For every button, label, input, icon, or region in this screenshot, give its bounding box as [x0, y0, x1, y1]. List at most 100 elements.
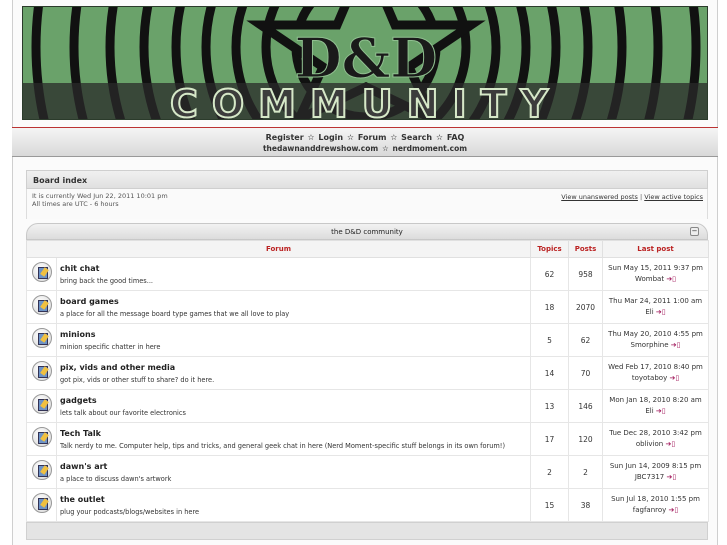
active-topics-link[interactable]: View active topics — [644, 193, 703, 201]
forum-title-link[interactable]: minions — [57, 330, 530, 339]
goto-last-post-icon[interactable]: ➔▯ — [656, 308, 666, 316]
forum-topics-count: 14 — [530, 356, 570, 390]
goto-last-post-icon[interactable]: ➔▯ — [667, 473, 677, 481]
goto-last-post-icon[interactable]: ➔▯ — [669, 506, 679, 514]
last-post-author-link[interactable]: Wombat — [635, 275, 664, 283]
forum-info-cell: dawn's art a place to discuss dawn's artw… — [55, 455, 532, 489]
last-post-date: Wed Feb 17, 2010 8:40 pm — [608, 363, 703, 371]
star-separator-icon: ✫ — [347, 133, 354, 142]
last-post-author-link[interactable]: fagfanroy — [633, 506, 667, 514]
forum-topics-count: 18 — [530, 290, 570, 324]
forum-read-icon — [31, 361, 52, 381]
forum-posts-count: 70 — [568, 356, 604, 390]
column-last-post: Last post — [602, 240, 710, 258]
forum-posts-count: 2070 — [568, 290, 604, 324]
star-separator-icon: ✫ — [436, 133, 443, 142]
nav-register-link[interactable]: Register — [266, 132, 304, 143]
forum-title-link[interactable]: gadgets — [57, 396, 530, 405]
forum-read-icon — [31, 394, 52, 414]
forum-row: the outlet plug your podcasts/blogs/websi… — [26, 488, 710, 522]
forum-row: board games a place for all the message b… — [26, 290, 710, 324]
forum-status-cell — [26, 488, 57, 522]
forum-read-icon — [31, 295, 52, 315]
forum-title-link[interactable]: the outlet — [57, 495, 530, 504]
last-post-date: Mon Jan 18, 2010 8:20 am — [609, 396, 702, 404]
nav-search-link[interactable]: Search — [401, 132, 432, 143]
goto-last-post-icon[interactable]: ➔▯ — [669, 374, 679, 382]
board-info-bar: It is currently Wed Jun 22, 2011 10:01 p… — [26, 189, 708, 219]
last-post-date: Sun Jun 14, 2009 8:15 pm — [609, 462, 702, 470]
collapse-icon[interactable]: − — [690, 227, 699, 236]
dawnanddrewshow-link[interactable]: thedawnanddrewshow.com — [263, 143, 378, 154]
forum-status-cell — [26, 257, 57, 291]
last-post-author-link[interactable]: Eli — [645, 308, 653, 316]
forum-status-cell — [26, 455, 57, 489]
nav-forum-link[interactable]: Forum — [358, 132, 387, 143]
goto-last-post-icon[interactable]: ➔▯ — [656, 407, 666, 415]
breadcrumb[interactable]: Board index — [26, 170, 708, 189]
forum-info-cell: pix, vids and other media got pix, vids o… — [55, 356, 532, 390]
last-post-author-link[interactable]: oblivion — [636, 440, 663, 448]
nav-faq-link[interactable]: FAQ — [447, 132, 465, 143]
last-post-author-link[interactable]: toyotaboy — [632, 374, 667, 382]
forum-info-cell: Tech Talk Talk nerdy to me. Computer help… — [55, 422, 532, 456]
forum-status-cell — [26, 290, 57, 324]
forum-description: minion specific chatter in here — [60, 342, 161, 351]
forum-title-link[interactable]: chit chat — [57, 264, 530, 273]
category-header: the D&D community − — [26, 223, 708, 240]
forum-row: chit chat bring back the good times... 62 9… — [26, 257, 710, 291]
goto-last-post-icon[interactable]: ➔▯ — [666, 275, 676, 283]
last-post-author-link[interactable]: JBC7317 — [635, 473, 664, 481]
forum-row: minions minion specific chatter in here 5 6… — [26, 323, 710, 357]
forum-topics-count: 5 — [530, 323, 570, 357]
forum-info-cell: gadgets lets talk about our favorite elec… — [55, 389, 532, 423]
last-post-date: Tue Dec 28, 2010 3:42 pm — [609, 429, 702, 437]
last-post-cell: Sun Jun 14, 2009 8:15 pm JBC7317 ➔▯ — [602, 455, 710, 489]
forum-posts-count: 120 — [568, 422, 604, 456]
partner-site-links: thedawnanddrewshow.com ✫ nerdmoment.com — [12, 143, 718, 154]
forum-posts-count: 38 — [568, 488, 604, 522]
goto-last-post-icon[interactable]: ➔▯ — [665, 440, 675, 448]
nav-links: Register ✫ Login ✫ Forum ✫ Search ✫ FAQ — [12, 132, 718, 143]
quick-links: View unanswered posts | View active topi… — [561, 193, 703, 201]
forum-status-cell — [26, 323, 57, 357]
banner-text-dnd: D&D — [295, 26, 437, 90]
last-post-date: Thu May 20, 2010 4:55 pm — [608, 330, 703, 338]
nav-login-link[interactable]: Login — [318, 132, 343, 143]
forum-description: a place for all the message board type g… — [60, 309, 290, 318]
star-separator-icon: ✫ — [307, 133, 315, 142]
goto-last-post-icon[interactable]: ➔▯ — [671, 341, 681, 349]
forum-read-icon — [31, 427, 52, 447]
column-posts: Posts — [568, 240, 604, 258]
column-forum: Forum — [25, 240, 532, 258]
site-banner-logo[interactable]: D&D COMMUNITY — [22, 6, 708, 120]
forum-topics-count: 15 — [530, 488, 570, 522]
forum-title-link[interactable]: dawn's art — [57, 462, 530, 471]
category-title[interactable]: the D&D community — [331, 228, 403, 236]
forum-description: Talk nerdy to me. Computer help, tips an… — [60, 441, 506, 450]
forum-description: lets talk about our favorite electronics — [60, 408, 186, 417]
last-post-cell: Thu Mar 24, 2011 1:00 am Eli ➔▯ — [602, 290, 710, 324]
forum-row: gadgets lets talk about our favorite elec… — [26, 389, 710, 423]
forum-info-cell: the outlet plug your podcasts/blogs/websi… — [55, 488, 532, 522]
unanswered-posts-link[interactable]: View unanswered posts — [561, 193, 638, 201]
main-content: Board index It is currently Wed Jun 22, … — [25, 170, 710, 540]
last-post-cell: Sun Jul 18, 2010 1:55 pm fagfanroy ➔▯ — [602, 488, 710, 522]
banner-artwork: D&D COMMUNITY — [23, 7, 707, 119]
last-post-cell: Tue Dec 28, 2010 3:42 pm oblivion ➔▯ — [602, 422, 710, 456]
forum-title-link[interactable]: pix, vids and other media — [57, 363, 530, 372]
forum-read-icon — [31, 493, 52, 513]
forum-table: Forum Topics Posts Last post chit chat br… — [25, 240, 710, 522]
forum-title-link[interactable]: Tech Talk — [57, 429, 530, 438]
forum-row: dawn's art a place to discuss dawn's artw… — [26, 455, 710, 489]
nerdmoment-link[interactable]: nerdmoment.com — [392, 143, 467, 154]
last-post-author-link[interactable]: Smorphine — [631, 341, 669, 349]
last-post-date: Thu Mar 24, 2011 1:00 am — [608, 297, 703, 305]
forum-posts-count: 958 — [568, 257, 604, 291]
forum-status-cell — [26, 389, 57, 423]
forum-topics-count: 17 — [530, 422, 570, 456]
forum-info-cell: minions minion specific chatter in here — [55, 323, 532, 357]
last-post-author-link[interactable]: Eli — [645, 407, 653, 415]
forum-title-link[interactable]: board games — [57, 297, 530, 306]
last-post-cell: Wed Feb 17, 2010 8:40 pm toyotaboy ➔▯ — [602, 356, 710, 390]
